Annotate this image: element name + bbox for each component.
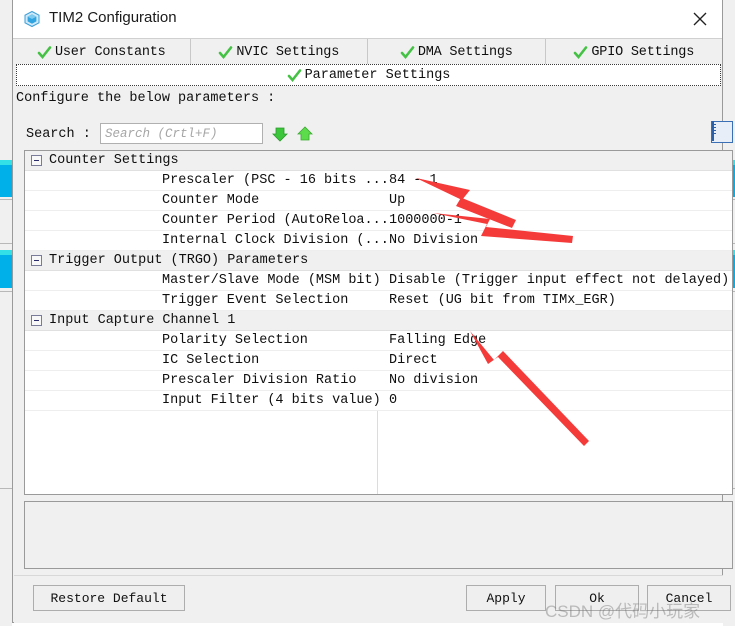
param-value[interactable]: No Division <box>389 233 478 248</box>
param-name: Counter Mode <box>162 193 260 208</box>
background-highlight-2 <box>0 255 12 288</box>
param-value[interactable]: 84 - 1 <box>389 173 438 188</box>
tree-row[interactable]: Counter Mode Up <box>25 191 732 211</box>
arrow-up-icon[interactable] <box>296 125 314 143</box>
tree-row[interactable]: Trigger Event Selection Reset (UG bit fr… <box>25 291 732 311</box>
tree-row[interactable]: Input Filter (4 bits value) 0 <box>25 391 732 411</box>
parameters-tree[interactable]: Counter Settings Prescaler (PSC - 16 bit… <box>24 150 733 495</box>
background-divider-2 <box>0 243 12 244</box>
ok-button[interactable]: Ok <box>555 585 639 611</box>
tree-row[interactable]: Prescaler Division Ratio No division <box>25 371 732 391</box>
collapse-icon[interactable] <box>31 255 42 266</box>
param-value[interactable]: No division <box>389 373 478 388</box>
group-label: Counter Settings <box>49 153 179 168</box>
background-divider-3 <box>0 291 12 292</box>
check-icon <box>218 46 233 60</box>
tree-empty-area <box>25 411 732 494</box>
param-value[interactable]: 1000000-1 <box>389 213 462 228</box>
tree-row[interactable]: Prescaler (PSC - 16 bits ... 84 - 1 <box>25 171 732 191</box>
param-name: Prescaler (PSC - 16 bits ... <box>162 173 389 188</box>
tree-group-input-capture-channel-1[interactable]: Input Capture Channel 1 <box>25 311 732 331</box>
tree-row[interactable]: Polarity Selection Falling Edge <box>25 331 732 351</box>
param-name: Polarity Selection <box>162 333 308 348</box>
tab-label: GPIO Settings <box>591 44 695 60</box>
check-icon <box>37 46 52 60</box>
tab-gpio-settings[interactable]: GPIO Settings <box>545 39 722 65</box>
tim2-configuration-dialog: TIM2 Configuration User Constants NVIC S… <box>12 0 733 623</box>
param-name: Internal Clock Division (... <box>162 233 389 248</box>
cancel-button[interactable]: Cancel <box>647 585 731 611</box>
background-divider-1 <box>0 199 12 200</box>
tab-label: DMA Settings <box>417 44 513 60</box>
param-name: Counter Period (AutoReloa... <box>162 213 389 228</box>
tree-group-trigger-output[interactable]: Trigger Output (TRGO) Parameters <box>25 251 732 271</box>
screen: TIM2 Configuration User Constants NVIC S… <box>0 0 735 626</box>
tab-parameter-settings[interactable]: Parameter Settings <box>16 64 721 86</box>
search-label: Search : <box>26 127 91 142</box>
restore-default-button[interactable]: Restore Default <box>33 585 185 611</box>
tab-label: Parameter Settings <box>304 67 451 83</box>
tree-row[interactable]: Counter Period (AutoReloa... 1000000-1 <box>25 211 732 231</box>
background-highlight-1 <box>0 165 12 197</box>
background-divider-4 <box>0 488 12 489</box>
param-value[interactable]: 0 <box>389 393 397 408</box>
param-value[interactable]: Falling Edge <box>389 333 486 348</box>
tab-label: User Constants <box>54 44 166 60</box>
group-label: Trigger Output (TRGO) Parameters <box>49 253 309 268</box>
search-input[interactable] <box>100 123 263 144</box>
check-icon <box>287 69 302 83</box>
background-left-strip <box>0 0 12 626</box>
tree-row[interactable]: Internal Clock Division (... No Division <box>25 231 732 251</box>
close-icon[interactable] <box>686 6 714 32</box>
tab-strip: User Constants NVIC Settings DMA Setting… <box>13 38 722 65</box>
arrow-down-icon[interactable] <box>271 125 289 143</box>
window-title: TIM2 Configuration <box>49 9 177 26</box>
collapse-icon[interactable] <box>31 315 42 326</box>
param-value[interactable]: Up <box>389 193 405 208</box>
tooltip-panel <box>24 501 733 569</box>
param-name: Trigger Event Selection <box>162 293 349 308</box>
tree-row[interactable]: Master/Slave Mode (MSM bit) Disable (Tri… <box>25 271 732 291</box>
param-name: Prescaler Division Ratio <box>162 373 357 388</box>
param-name: IC Selection <box>162 353 260 368</box>
configure-instruction: Configure the below parameters : <box>16 91 276 106</box>
tree-row[interactable]: IC Selection Direct <box>25 351 732 371</box>
list-view-icon[interactable] <box>711 121 733 143</box>
param-value[interactable]: Disable (Trigger input effect not delaye… <box>389 273 729 288</box>
tab-nvic-settings[interactable]: NVIC Settings <box>190 39 368 65</box>
tree-group-counter-settings[interactable]: Counter Settings <box>25 151 732 171</box>
param-name: Input Filter (4 bits value) <box>162 393 381 408</box>
group-label: Input Capture Channel 1 <box>49 313 236 328</box>
tab-label: NVIC Settings <box>236 44 340 60</box>
param-name: Master/Slave Mode (MSM bit) <box>162 273 381 288</box>
param-value[interactable]: Direct <box>389 353 438 368</box>
title-bar: TIM2 Configuration <box>13 0 722 38</box>
check-icon <box>400 46 415 60</box>
collapse-icon[interactable] <box>31 155 42 166</box>
param-value[interactable]: Reset (UG bit from TIMx_EGR) <box>389 293 616 308</box>
cube-icon <box>23 10 41 28</box>
tab-user-constants[interactable]: User Constants <box>13 39 191 65</box>
tab-dma-settings[interactable]: DMA Settings <box>368 39 546 65</box>
dialog-button-bar: Restore Default Apply Ok Cancel <box>14 575 731 623</box>
apply-button[interactable]: Apply <box>466 585 546 611</box>
search-row: Search : <box>16 121 733 149</box>
check-icon <box>573 46 588 60</box>
